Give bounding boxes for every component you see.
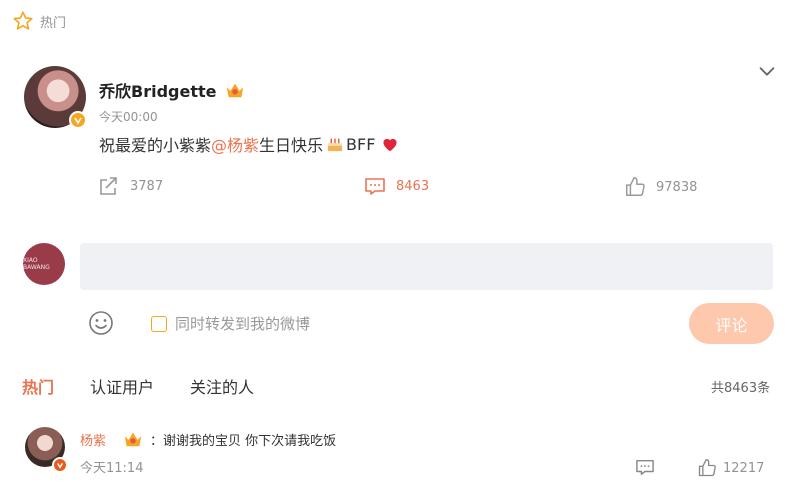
- comment-time[interactable]: 今天11:14: [80, 457, 143, 476]
- comment-tabs: 热门 认证用户 关注的人: [22, 374, 290, 402]
- current-user-avatar-text: XIAO BAWANG: [23, 257, 50, 271]
- current-user-avatar[interactable]: XIAO BAWANG: [23, 243, 65, 285]
- comment-icon: [365, 178, 385, 195]
- comment-like-count: 12217: [723, 460, 765, 476]
- repost-checkbox-label: 同时转发到我的微博: [175, 315, 311, 333]
- post-text: 祝最爱的小紫紫 @杨紫 生日快乐 BFF: [99, 132, 399, 156]
- tab-verified-users[interactable]: 认证用户: [90, 374, 154, 402]
- verified-badge-icon: [52, 457, 68, 473]
- star-icon: [13, 11, 33, 30]
- like-button[interactable]: 97838: [624, 176, 697, 198]
- mention-link[interactable]: @杨紫: [211, 132, 259, 156]
- crown-badge-icon: [227, 83, 244, 98]
- commenter-name[interactable]: 杨紫: [80, 430, 106, 449]
- comment-button[interactable]: 8463: [364, 176, 429, 196]
- total-comment-count: 共8463条: [711, 381, 771, 396]
- tab-following[interactable]: 关注的人: [190, 374, 254, 402]
- repost-icon: [100, 177, 117, 195]
- chevron-down-icon[interactable]: [756, 60, 778, 82]
- reply-icon[interactable]: [635, 458, 655, 476]
- repost-button[interactable]: 3787: [98, 176, 163, 196]
- section-label: 热门: [40, 15, 67, 31]
- post-text-tail: BFF: [346, 134, 376, 154]
- comment-content: 杨紫 ： 谢谢我的宝贝 你下次请我吃饭: [80, 429, 336, 449]
- verified-badge-icon: [69, 111, 87, 129]
- author-name[interactable]: 乔欣Bridgette: [99, 78, 216, 102]
- comment-separator: ：: [150, 433, 164, 449]
- repost-count: 3787: [130, 178, 164, 194]
- comment-input[interactable]: [80, 243, 773, 290]
- comment-like-button[interactable]: 12217: [697, 458, 764, 478]
- comment-count: 8463: [396, 178, 430, 194]
- author-line: 乔欣Bridgette: [99, 78, 246, 102]
- thumbs-up-icon: [626, 177, 645, 196]
- crown-badge-icon: [124, 432, 142, 447]
- heart-emoji-icon: [383, 138, 397, 152]
- submit-comment-button[interactable]: 评论: [689, 303, 774, 344]
- repost-to-my-weibo-checkbox[interactable]: 同时转发到我的微博: [151, 313, 310, 334]
- hot-section-header: 热门: [12, 10, 66, 32]
- comment-text: 谢谢我的宝贝 你下次请我吃饭: [163, 433, 337, 449]
- cake-emoji-icon: [327, 138, 343, 152]
- emoji-icon[interactable]: [88, 310, 114, 336]
- checkbox[interactable]: [151, 315, 167, 332]
- tab-hot[interactable]: 热门: [22, 374, 54, 402]
- like-count: 97838: [656, 179, 698, 195]
- post-text-after: 生日快乐: [259, 136, 324, 155]
- post-text-before: 祝最爱的小紫紫: [99, 136, 212, 155]
- post-time[interactable]: 今天00:00: [99, 108, 158, 125]
- thumbs-up-icon: [698, 459, 716, 477]
